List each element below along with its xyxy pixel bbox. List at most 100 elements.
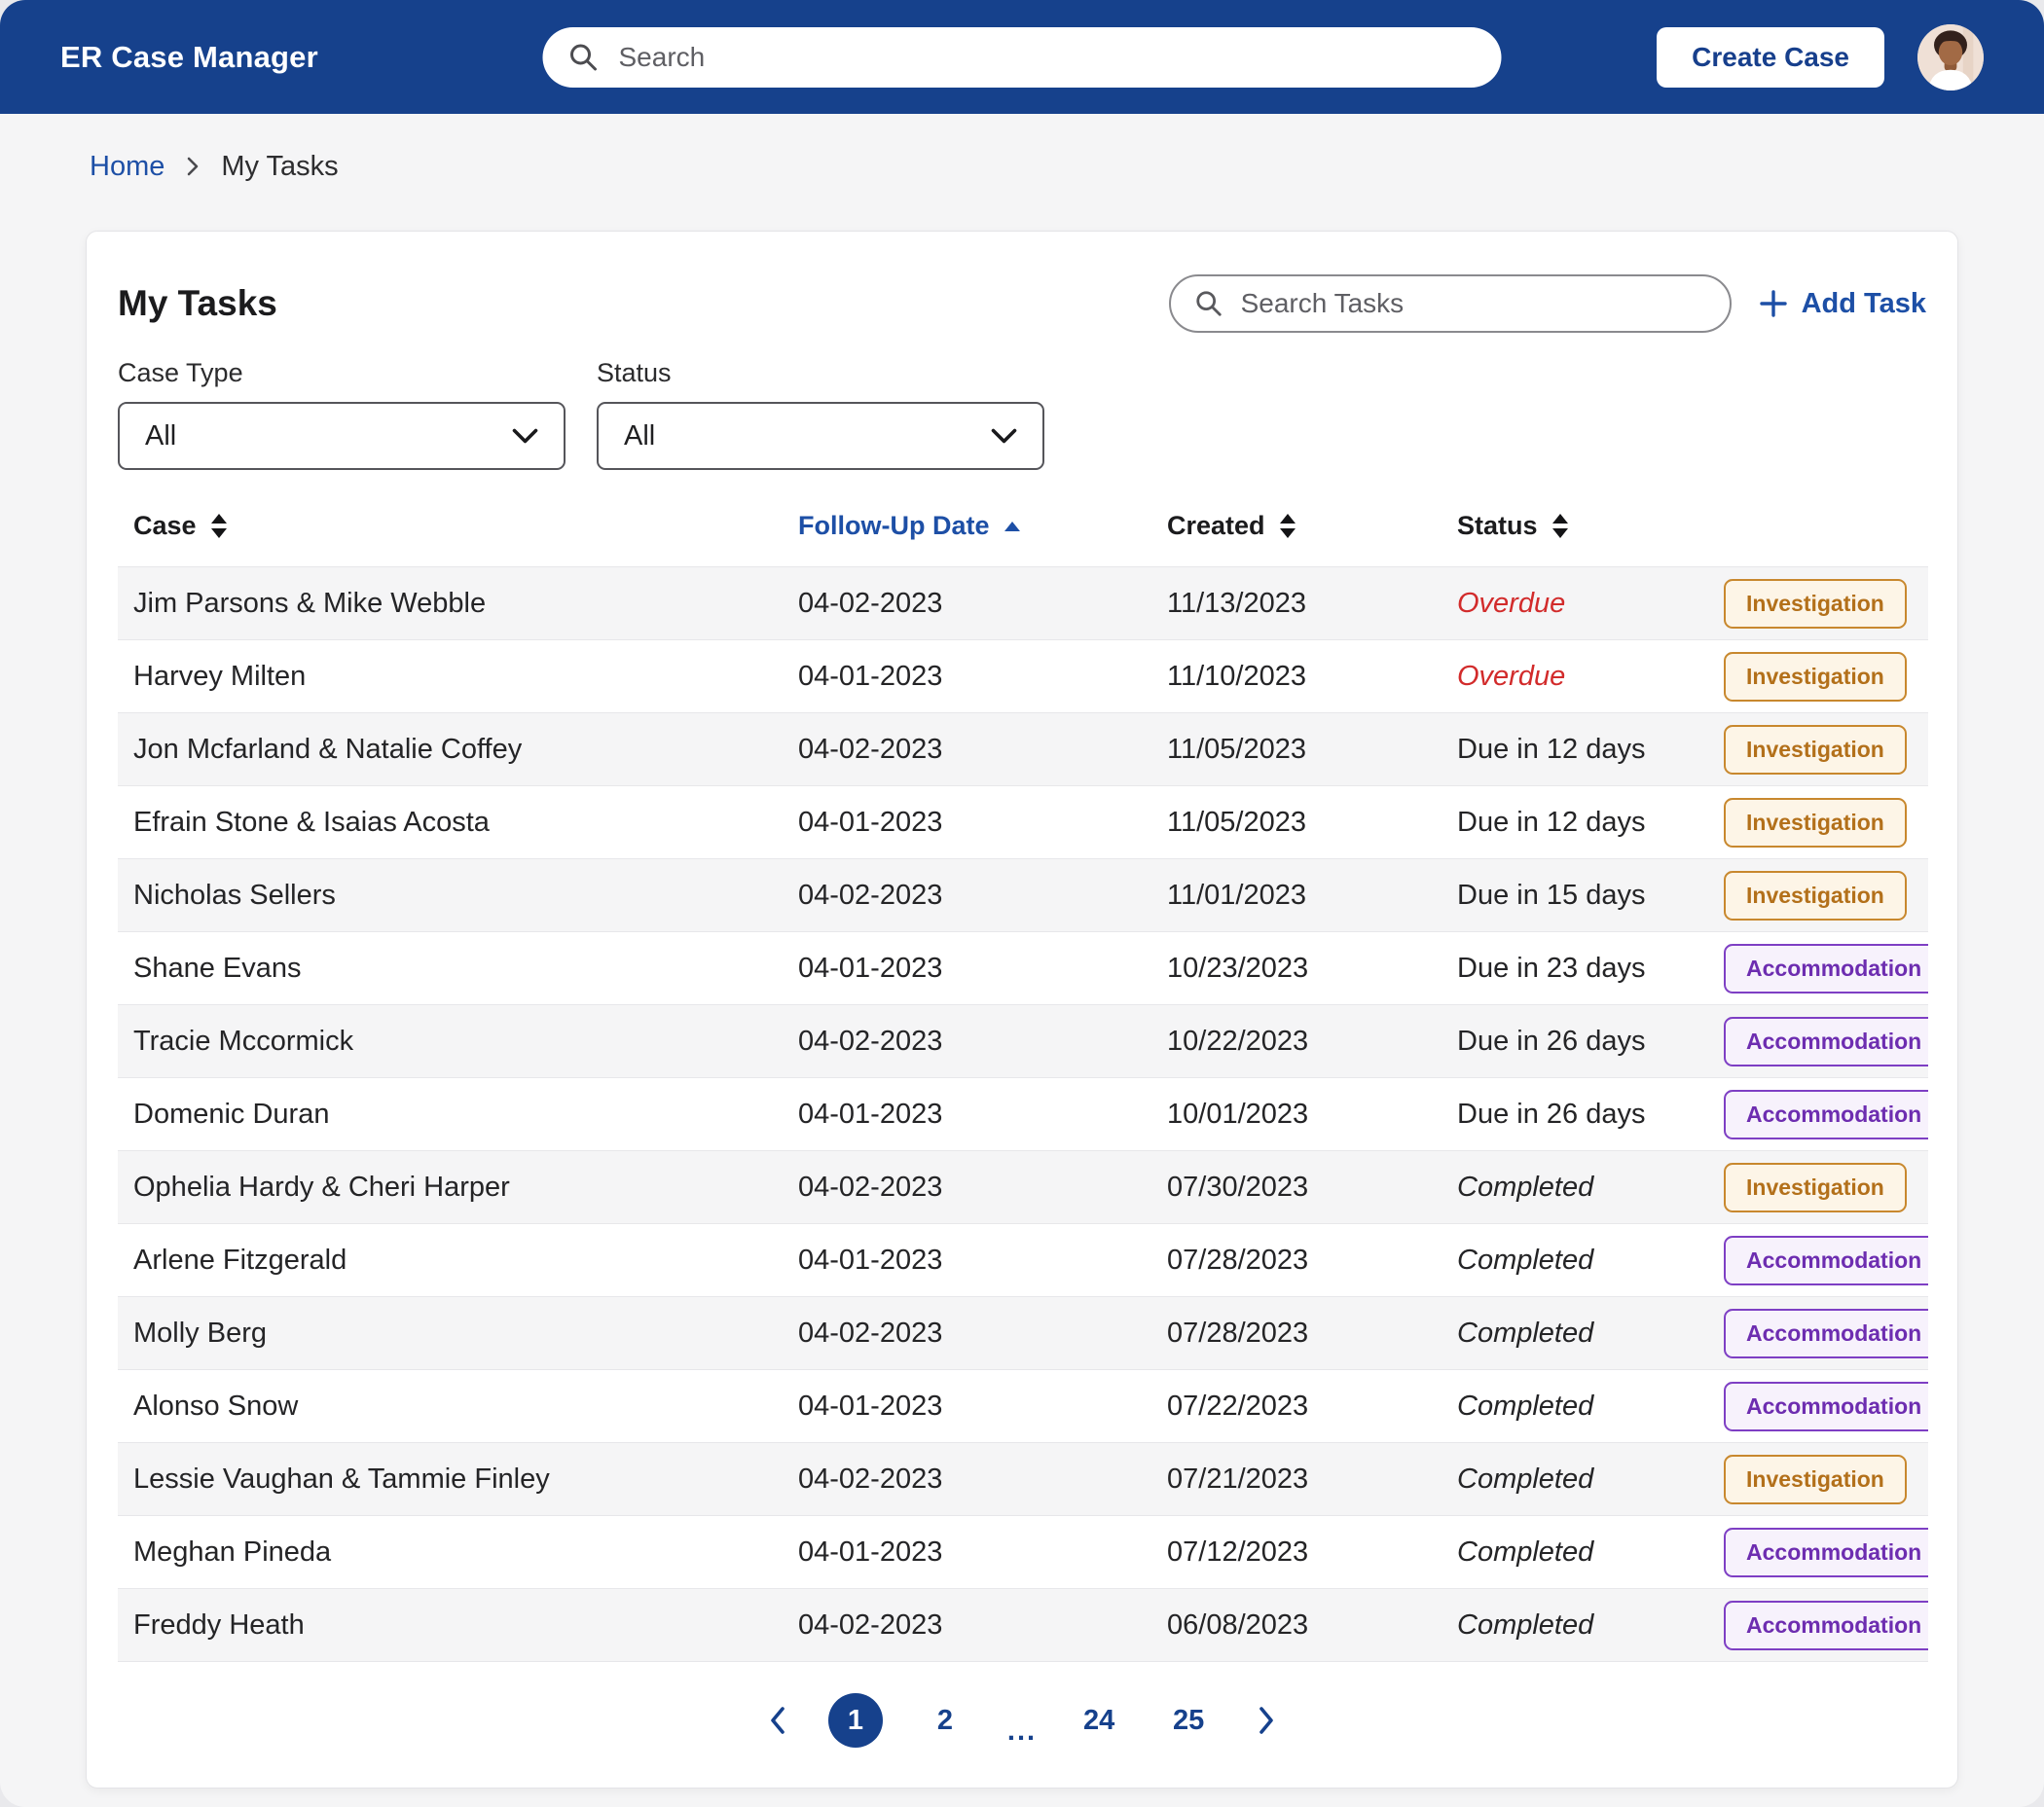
case-type-badge: Investigation — [1724, 870, 1907, 921]
pagination-page-25[interactable]: 25 — [1161, 1693, 1216, 1748]
case-type-badge: Investigation — [1724, 724, 1907, 775]
status-cell: Due in 26 days — [1457, 1098, 1646, 1130]
search-icon — [1195, 291, 1222, 316]
previous-page-button[interactable] — [762, 1699, 793, 1742]
case-type-badge: Accommodation — [1724, 1600, 1928, 1650]
global-search[interactable] — [542, 27, 1502, 88]
follow-up-date-cell: 04-02-2023 — [798, 1463, 943, 1495]
column-header-type — [1708, 503, 1928, 567]
column-header-follow-up-date[interactable]: Follow-Up Date — [783, 503, 1151, 567]
panel-header: My Tasks Add Task — [118, 274, 1926, 333]
column-header-case[interactable]: Case — [118, 503, 783, 567]
case-type-cell: Investigation — [1708, 567, 1928, 640]
search-icon — [570, 44, 597, 71]
task-row[interactable]: Shane Evans 04-01-2023 10/23/2023 Due in 23… — [118, 931, 1928, 1005]
case-type-badge: Investigation — [1724, 651, 1907, 702]
status-cell: Overdue — [1457, 587, 1566, 619]
task-row[interactable]: Jon Mcfarland & Natalie Coffey 04-02-2023… — [118, 712, 1928, 786]
status-cell: Completed — [1457, 1536, 1594, 1568]
case-cell: Jon Mcfarland & Natalie Coffey — [133, 733, 523, 765]
task-row[interactable]: Tracie Mccormick 04-02-2023 10/22/2023 Due … — [118, 1004, 1928, 1078]
task-row[interactable]: Nicholas Sellers 04-02-2023 11/01/2023 Due … — [118, 858, 1928, 932]
created-cell: 11/05/2023 — [1167, 733, 1306, 765]
case-type-badge: Accommodation — [1724, 1381, 1928, 1431]
case-type-cell: Accommodation — [1708, 1589, 1928, 1662]
task-row[interactable]: Ophelia Hardy & Cheri Harper 04-02-2023 07… — [118, 1150, 1928, 1224]
column-header-status[interactable]: Status — [1442, 503, 1708, 567]
status-cell: Due in 15 days — [1457, 879, 1646, 911]
task-row[interactable]: Alonso Snow 04-01-2023 07/22/2023 Completed… — [118, 1369, 1928, 1443]
user-avatar[interactable] — [1917, 23, 1984, 90]
chevron-left-icon — [771, 1707, 785, 1734]
task-row[interactable]: Molly Berg 04-02-2023 07/28/2023 Completed A… — [118, 1296, 1928, 1370]
chevron-down-icon — [991, 428, 1017, 443]
filter-label: Case Type — [118, 358, 243, 387]
case-type-badge: Investigation — [1724, 1454, 1907, 1504]
filter-case-type: Case Type All — [118, 358, 566, 470]
status-select[interactable]: All — [597, 402, 1044, 470]
created-cell: 07/21/2023 — [1167, 1463, 1309, 1495]
next-page-button[interactable] — [1251, 1699, 1282, 1742]
chevron-down-icon — [512, 428, 538, 443]
top-navigation-bar: ER Case Manager Create Case — [0, 0, 2044, 114]
follow-up-date-cell: 04-02-2023 — [798, 1025, 943, 1057]
avatar-image — [1917, 23, 1984, 90]
task-search[interactable] — [1168, 274, 1732, 333]
case-type-cell: Investigation — [1708, 1151, 1928, 1224]
task-row[interactable]: Lessie Vaughan & Tammie Finley 04-02-2023… — [118, 1442, 1928, 1516]
pagination-page-2[interactable]: 2 — [918, 1693, 972, 1748]
filters: Case Type All Status All — [118, 358, 1926, 470]
task-row[interactable]: Freddy Heath 04-02-2023 06/08/2023 Complete… — [118, 1588, 1928, 1662]
pagination-page-24[interactable]: 24 — [1072, 1693, 1126, 1748]
task-row[interactable]: Domenic Duran 04-01-2023 10/01/2023 Due in … — [118, 1077, 1928, 1151]
case-type-cell: Accommodation — [1708, 1005, 1928, 1078]
add-task-button[interactable]: Add Task — [1759, 288, 1926, 320]
case-type-badge: Accommodation — [1724, 1016, 1928, 1066]
breadcrumb-home-link[interactable]: Home — [90, 151, 164, 183]
case-cell: Tracie Mccormick — [133, 1025, 354, 1057]
created-cell: 11/10/2023 — [1167, 660, 1306, 692]
task-row[interactable]: Efrain Stone & Isaias Acosta 04-01-2023 11… — [118, 785, 1928, 859]
task-row[interactable]: Harvey Milten 04-01-2023 11/10/2023 Overdue… — [118, 639, 1928, 713]
sort-ascending-icon — [1004, 521, 1020, 531]
task-row[interactable]: Jim Parsons & Mike Webble 04-02-2023 11/13… — [118, 566, 1928, 640]
created-cell: 07/22/2023 — [1167, 1390, 1309, 1422]
status-cell: Completed — [1457, 1171, 1594, 1203]
created-cell: 11/01/2023 — [1167, 879, 1306, 911]
follow-up-date-cell: 04-01-2023 — [798, 1390, 943, 1422]
case-type-cell: Accommodation — [1708, 932, 1928, 1005]
status-cell: Due in 23 days — [1457, 952, 1646, 984]
case-type-cell: Investigation — [1708, 786, 1928, 859]
task-row[interactable]: Arlene Fitzgerald 04-01-2023 07/28/2023 Com… — [118, 1223, 1928, 1297]
pagination-page-1[interactable]: 1 — [827, 1693, 883, 1748]
follow-up-date-cell: 04-02-2023 — [798, 587, 943, 619]
table-header-row: Case Follow-Up Date Created Status — [118, 503, 1928, 567]
column-label: Status — [1457, 511, 1538, 540]
case-cell: Freddy Heath — [133, 1608, 305, 1641]
plus-icon — [1759, 290, 1787, 317]
case-cell: Alonso Snow — [133, 1390, 299, 1422]
status-cell: Due in 12 days — [1457, 733, 1646, 765]
my-tasks-panel: My Tasks Add Task — [86, 231, 1958, 1789]
status-cell: Overdue — [1457, 660, 1566, 692]
task-row[interactable]: Meghan Pineda 04-01-2023 07/12/2023 Complet… — [118, 1515, 1928, 1589]
case-type-badge: Accommodation — [1724, 1235, 1928, 1285]
case-type-cell: Accommodation — [1708, 1370, 1928, 1443]
case-cell: Nicholas Sellers — [133, 879, 336, 911]
case-type-cell: Accommodation — [1708, 1224, 1928, 1297]
follow-up-date-cell: 04-02-2023 — [798, 1171, 943, 1203]
follow-up-date-cell: 04-01-2023 — [798, 660, 943, 692]
case-type-badge: Investigation — [1724, 578, 1907, 629]
global-search-input[interactable] — [616, 41, 1477, 74]
case-cell: Jim Parsons & Mike Webble — [133, 587, 487, 619]
task-search-input[interactable] — [1238, 287, 1706, 320]
case-type-cell: Accommodation — [1708, 1297, 1928, 1370]
chevron-right-icon — [1259, 1707, 1273, 1734]
create-case-button[interactable]: Create Case — [1657, 26, 1884, 88]
created-cell: 07/28/2023 — [1167, 1317, 1309, 1349]
case-type-select[interactable]: All — [118, 402, 566, 470]
column-label: Follow-Up Date — [798, 511, 990, 540]
case-cell: Meghan Pineda — [133, 1536, 332, 1568]
chevron-right-icon — [188, 157, 199, 176]
column-header-created[interactable]: Created — [1151, 503, 1442, 567]
